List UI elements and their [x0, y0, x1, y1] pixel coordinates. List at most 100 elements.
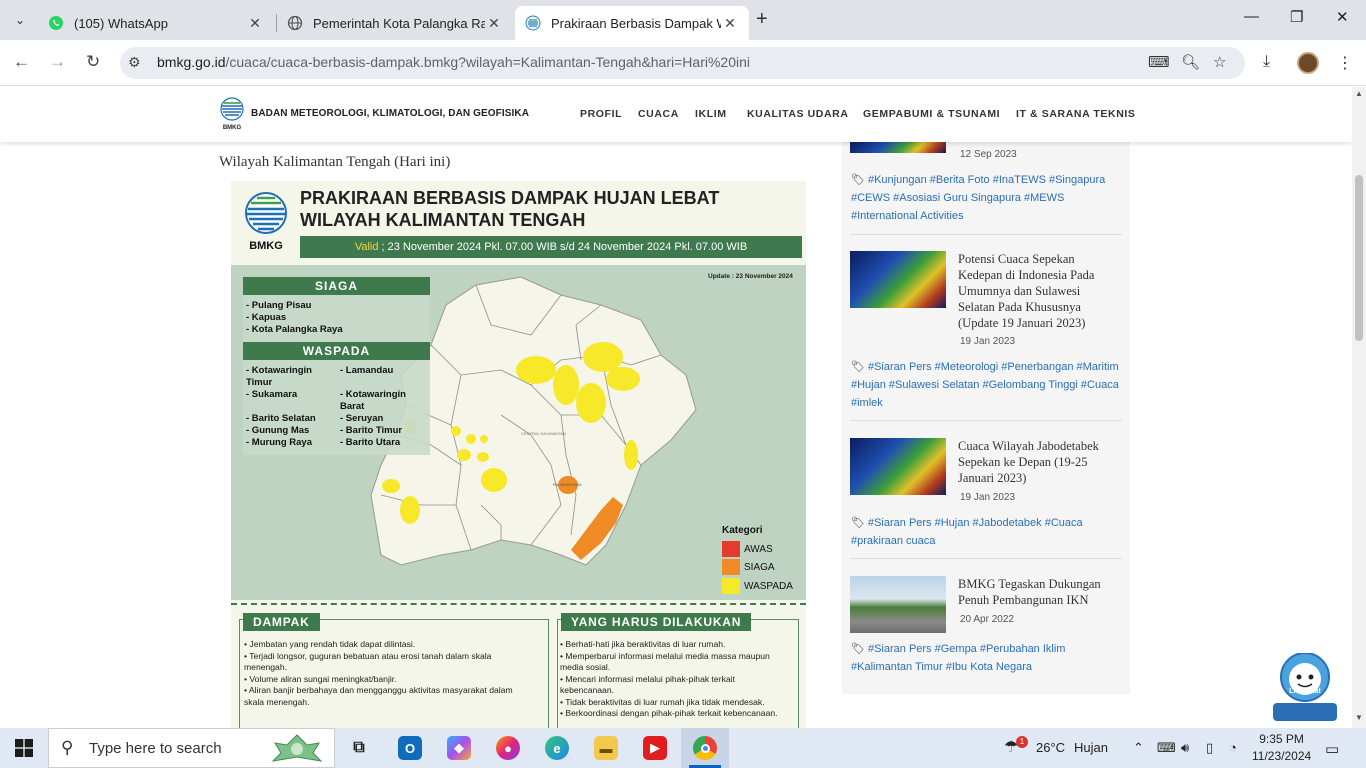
menu-cuaca[interactable]: CUACA [638, 108, 679, 120]
news-tags[interactable]: 🏷 #Siaran Pers #Meteorologi #Penerbangan … [851, 358, 1121, 412]
zoom-icon[interactable]: 🔍︎ [1181, 53, 1200, 71]
windows-start-icon[interactable] [15, 739, 33, 757]
tag-icon: 🏷 [851, 174, 865, 186]
volume-icon[interactable]: 🔊︎ [1181, 740, 1189, 756]
keyboard-icon[interactable]: ⌨ [1157, 740, 1176, 756]
weather-temp[interactable]: 26°C [1036, 740, 1065, 755]
siaga-list: - Pulang Pisau - Kapuas - Kota Palangka … [246, 300, 343, 335]
bookmark-star-icon[interactable]: ☆ [1213, 53, 1226, 71]
site-info-icon[interactable]: ⚙ [128, 54, 141, 71]
bmkg-logo[interactable]: BMKG [219, 97, 245, 131]
menu-kualitas-udara[interactable]: KUALITAS UDARA [747, 108, 849, 120]
search-icon: ⚲ [61, 738, 74, 757]
legend-awas: AWAS [722, 541, 773, 557]
waspada-list-col1: - Kotawaringin Timur - Sukamara - Barito… [246, 365, 316, 448]
siaga-header: SIAGA [243, 277, 430, 295]
menu-profil[interactable]: PROFIL [580, 108, 622, 120]
new-tab-icon[interactable]: + [756, 8, 768, 31]
battery-icon[interactable]: ▯ [1206, 740, 1213, 756]
news-tags[interactable]: 🏷 #Siaran Pers #Hujan #Jabodetabek #Cuaca… [851, 514, 1121, 550]
wifi-icon[interactable]: ◔ [1229, 740, 1237, 755]
taskbar-search-box[interactable]: ⚲ Type here to search [48, 728, 335, 768]
edge-icon[interactable]: e [545, 736, 569, 760]
download-icon[interactable]: ⤓ [1263, 53, 1270, 71]
tab-title: Pemerintah Kota Palangka Raya [313, 15, 485, 31]
live-chat-widget[interactable]: Live Chat [1271, 652, 1339, 723]
bmkg-icon [525, 15, 541, 31]
site-brand[interactable]: BADAN METEOROLOGI, KLIMATOLOGI, DAN GEOF… [251, 108, 529, 119]
youtube-icon[interactable]: ▶ [643, 736, 667, 760]
chrome-taskbar-active[interactable] [681, 728, 729, 768]
omnibox[interactable]: ⚙ bmkg.go.id/cuaca/cuaca-berbasis-dampak… [120, 47, 1245, 79]
tab-bmkg-active[interactable]: Prakiraan Berbasis Dampak Wil ✕ [515, 6, 749, 40]
tab-search-button[interactable]: ⌄ [6, 8, 34, 32]
impact-forecast-infographic: BMKG PRAKIRAAN BERBASIS DAMPAK HUJAN LEB… [231, 181, 806, 728]
dampak-text: • Jembatan yang rendah tidak dapat dilin… [244, 639, 513, 707]
legend-siaga: SIAGA [722, 559, 775, 575]
translate-icon[interactable]: ⌨ [1148, 53, 1170, 71]
scrollbar-thumb[interactable] [1355, 175, 1363, 341]
tag-icon: 🏷 [851, 517, 865, 529]
close-icon[interactable]: ✕ [721, 15, 739, 32]
svg-text:Live Chat: Live Chat [1289, 688, 1321, 695]
search-placeholder: Type here to search [89, 740, 222, 757]
notification-icon[interactable]: ▭ [1325, 740, 1339, 758]
news-thumbnail[interactable] [850, 438, 946, 495]
news-thumbnail[interactable] [850, 251, 946, 308]
reload-icon[interactable]: ↻ [86, 52, 100, 72]
menu-it-sarana[interactable]: IT & SARANA TEKNIS [1016, 108, 1136, 120]
copilot-icon[interactable]: ◆ [447, 736, 471, 760]
firefox-icon[interactable]: ● [496, 736, 520, 760]
news-thumbnail[interactable] [850, 142, 946, 153]
system-clock[interactable]: 9:35 PM 11/23/2024 [1252, 731, 1311, 765]
close-icon[interactable]: ✕ [485, 15, 503, 32]
url-text[interactable]: bmkg.go.id/cuaca/cuaca-berbasis-dampak.b… [157, 54, 750, 70]
news-tags[interactable]: 🏷 #Siaran Pers #Gempa #Perubahan Iklim #K… [851, 640, 1121, 676]
whatsapp-icon [48, 15, 64, 31]
tab-title: Prakiraan Berbasis Dampak Wil [551, 15, 721, 31]
task-view-icon[interactable]: ⧉ [347, 736, 371, 760]
infographic-bottom: DAMPAK • Jembatan yang rendah tidak dapa… [231, 603, 806, 728]
profile-avatar[interactable] [1297, 52, 1319, 74]
chrome-icon [693, 736, 717, 760]
news-thumbnail[interactable] [850, 576, 946, 633]
tab-title: (105) WhatsApp [74, 15, 168, 31]
news-date: 19 Jan 2023 [960, 492, 1016, 503]
chevron-up-icon[interactable]: ⌃ [1133, 740, 1144, 756]
bmkg-logo-icon: BMKG [245, 192, 287, 252]
weather-text[interactable]: Hujan [1074, 740, 1108, 755]
scroll-up-icon: ▲ [1355, 89, 1363, 98]
close-icon[interactable]: ✕ [246, 15, 264, 32]
window-close-icon[interactable]: ✕ [1336, 8, 1349, 26]
dampak-title: DAMPAK [243, 613, 320, 631]
outlook-icon[interactable]: O [398, 736, 422, 760]
minimize-icon[interactable]: — [1244, 8, 1259, 25]
news-title[interactable]: Potensi Cuaca Sepekan Kedepan di Indones… [958, 251, 1118, 331]
address-bar-row: ← → ↻ ⚙ bmkg.go.id/cuaca/cuaca-berbasis-… [0, 40, 1366, 86]
globe-icon [287, 15, 303, 31]
menu-gempabumi[interactable]: GEMPABUMI & TSUNAMI [863, 108, 1000, 120]
file-explorer-icon[interactable]: ▬ [594, 736, 618, 760]
svg-text:BMKG: BMKG [223, 125, 242, 131]
menu-iklim[interactable]: IKLIM [695, 108, 727, 120]
back-icon[interactable]: ← [13, 52, 30, 72]
more-menu-icon[interactable]: ⋮ [1337, 53, 1353, 73]
web-page: BMKG BADAN METEOROLOGI, KLIMATOLOGI, DAN… [0, 87, 1352, 728]
forward-icon[interactable]: → [49, 52, 66, 72]
news-date: 20 Apr 2022 [960, 614, 1014, 625]
valid-period: Valid ; 23 November 2024 Pkl. 07.00 WIB … [300, 236, 802, 258]
harus-title: YANG HARUS DILAKUKAN [561, 613, 752, 631]
windows-taskbar: ⚲ Type here to search ⧉ O ◆ ● e ▬ ▶ ☂ 1 … [0, 728, 1366, 768]
news-date: 12 Sep 2023 [960, 149, 1017, 160]
news-tags[interactable]: 🏷 #Kunjungan #Berita Foto #InaTEWS #Singa… [851, 171, 1121, 225]
legend-waspada: WASPADA [722, 578, 793, 594]
news-title[interactable]: Cuaca Wilayah Jabodetabek Sepekan ke Dep… [958, 438, 1118, 486]
tab-whatsapp[interactable]: (105) WhatsApp ✕ [38, 6, 274, 40]
news-title[interactable]: BMKG Tegaskan Dukungan Penuh Pembangunan… [958, 576, 1118, 608]
page-scrollbar[interactable]: ▲ ▼ [1352, 87, 1366, 728]
restore-icon[interactable]: ❐ [1290, 8, 1303, 26]
tag-icon: 🏷 [851, 643, 865, 655]
page-heading: Wilayah Kalimantan Tengah (Hari ini) [219, 154, 451, 170]
tab-pemerintah[interactable]: Pemerintah Kota Palangka Raya ✕ [277, 6, 513, 40]
search-highlight-icon [271, 734, 323, 762]
